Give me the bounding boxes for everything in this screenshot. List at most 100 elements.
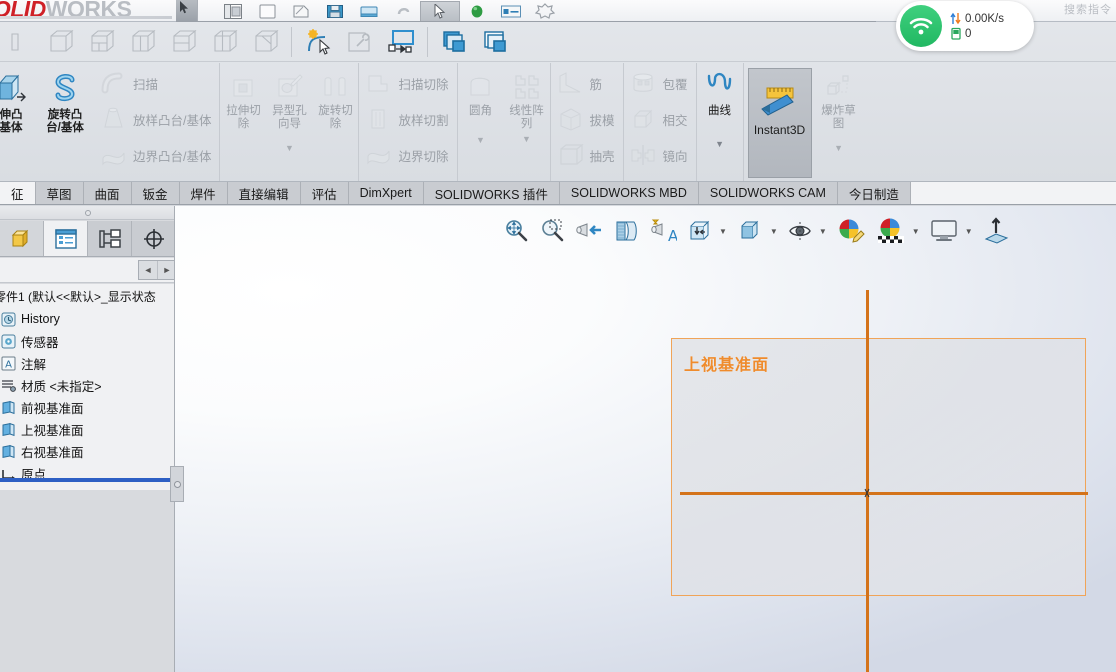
display-style-caret[interactable]: ▼ bbox=[718, 227, 731, 236]
intersect-button[interactable]: 相交 bbox=[624, 101, 696, 137]
repair-sketch-icon[interactable] bbox=[339, 23, 380, 61]
revolve-boss-button[interactable]: 旋转凸 台/基体 bbox=[38, 65, 92, 135]
cascade-windows-icon[interactable] bbox=[475, 23, 516, 61]
panel-tab-scroll[interactable]: ◄ ► bbox=[138, 260, 175, 280]
tab-solidworks-cam[interactable]: SOLIDWORKS CAM bbox=[699, 182, 838, 204]
curves-button[interactable]: 曲线 bbox=[697, 65, 743, 118]
view-iso-3-icon[interactable] bbox=[82, 23, 123, 61]
fillet-button[interactable]: 圆角 ▼ bbox=[458, 65, 504, 145]
panel-scroll-right[interactable]: ► bbox=[158, 261, 175, 279]
tab-sheetmetal[interactable]: 钣金 bbox=[132, 182, 180, 204]
revolve-cut-button[interactable]: 旋转切 除 bbox=[312, 65, 358, 130]
mirror-button[interactable]: 镜向 bbox=[624, 137, 696, 173]
loft-boss-button[interactable]: 放样凸台/基体 bbox=[94, 101, 219, 137]
tile-windows-icon[interactable] bbox=[434, 23, 475, 61]
tab-weldment[interactable]: 焊件 bbox=[180, 182, 228, 204]
tree-node-front-plane[interactable]: 前视基准面 bbox=[0, 396, 175, 418]
extrude-cut-button[interactable]: 拉伸切 除 bbox=[220, 65, 266, 130]
boundary-cut-button[interactable]: 边界切除 bbox=[359, 137, 456, 173]
hole-wizard-button[interactable]: 异型孔 向导 bbox=[266, 65, 312, 130]
view-orientation-button[interactable]: A bbox=[644, 210, 682, 252]
apply-scene-caret[interactable]: ▼ bbox=[911, 227, 924, 236]
draft-button[interactable]: 拔模 bbox=[551, 101, 623, 137]
lofted-cut-button[interactable]: 放样切割 bbox=[359, 101, 456, 137]
feature-tree-root[interactable]: 零件1 (默认<<默认>_显示状态 bbox=[0, 286, 175, 308]
panel-scroll-left[interactable]: ◄ bbox=[139, 261, 158, 279]
viewport-button[interactable] bbox=[924, 210, 964, 252]
shell-button[interactable]: 抽壳 bbox=[551, 137, 623, 173]
view-iso-6-icon[interactable] bbox=[205, 23, 246, 61]
display-manager-tab[interactable] bbox=[132, 221, 175, 256]
open-document-icon[interactable] bbox=[250, 1, 284, 22]
top-plane-highlight[interactable]: 上视基准面 bbox=[671, 338, 1086, 596]
zoom-to-area-button[interactable] bbox=[534, 210, 570, 252]
viewport-caret[interactable]: ▼ bbox=[964, 227, 977, 236]
tab-features[interactable]: 征 bbox=[0, 182, 36, 204]
tab-sketch[interactable]: 草图 bbox=[36, 182, 84, 204]
view-iso-5-icon[interactable] bbox=[164, 23, 205, 61]
print-icon[interactable] bbox=[284, 1, 318, 22]
hide-show-items-button[interactable] bbox=[731, 210, 769, 252]
cursor-select-icon[interactable] bbox=[176, 0, 198, 22]
tab-evaluate[interactable]: 评估 bbox=[301, 182, 349, 204]
network-speed-widget[interactable]: 0.00K/s 0 bbox=[896, 1, 1034, 51]
cut-group-caret[interactable]: ▼ bbox=[220, 144, 358, 153]
linear-pattern-caret[interactable]: ▼ bbox=[504, 135, 550, 144]
customize-icon[interactable] bbox=[528, 1, 562, 22]
boundary-boss-button[interactable]: 边界凸台/基体 bbox=[94, 137, 219, 173]
rib-button[interactable]: 筋 bbox=[551, 65, 623, 101]
full-screen-button[interactable] bbox=[977, 210, 1015, 252]
display-style-button[interactable] bbox=[682, 210, 718, 252]
view-settings-button[interactable] bbox=[782, 210, 818, 252]
feature-manager-tab[interactable] bbox=[0, 221, 44, 256]
tab-dimxpert[interactable]: DimXpert bbox=[349, 182, 424, 204]
tree-node-top-plane[interactable]: 上视基准面 bbox=[0, 418, 175, 440]
explode-caret[interactable]: ▼ bbox=[816, 144, 862, 153]
instant3d-toggle[interactable]: Instant3D bbox=[748, 68, 812, 178]
view-iso-7-icon[interactable] bbox=[246, 23, 287, 61]
section-view-button[interactable] bbox=[608, 210, 644, 252]
edit-appearance-button[interactable] bbox=[831, 210, 871, 252]
hide-show-caret[interactable]: ▼ bbox=[769, 227, 782, 236]
zoom-to-fit-button[interactable] bbox=[498, 210, 534, 252]
sweep-button[interactable]: 扫描 bbox=[94, 65, 219, 101]
rebuild-icon[interactable] bbox=[460, 1, 494, 22]
view-iso-2-icon[interactable] bbox=[41, 23, 82, 61]
previous-view-button[interactable] bbox=[570, 210, 608, 252]
tab-manufacture-today[interactable]: 今日制造 bbox=[838, 182, 911, 204]
fillet-caret[interactable]: ▼ bbox=[458, 136, 504, 145]
wrap-button[interactable]: 包覆 bbox=[624, 65, 696, 101]
view-settings-caret[interactable]: ▼ bbox=[818, 227, 831, 236]
linear-pattern-button[interactable]: 线性阵 列 ▼ bbox=[504, 65, 550, 145]
tab-direct-edit[interactable]: 直接编辑 bbox=[228, 182, 301, 204]
swept-cut-button[interactable]: 扫描切除 bbox=[359, 65, 456, 101]
tab-solidworks-addins[interactable]: SOLIDWORKS 插件 bbox=[424, 182, 560, 204]
view-iso-1-icon[interactable] bbox=[0, 23, 41, 61]
curves-caret[interactable]: ▼ bbox=[697, 140, 743, 149]
view-iso-4-icon[interactable] bbox=[123, 23, 164, 61]
graphics-area[interactable]: A ▼ ▼ bbox=[175, 206, 1116, 672]
save-icon[interactable] bbox=[318, 1, 352, 22]
ribbon-group-instant3d: Instant3D bbox=[743, 63, 816, 182]
new-part-window-icon[interactable] bbox=[380, 23, 421, 61]
explode-sketch-button[interactable]: 爆炸草 图 bbox=[816, 65, 862, 130]
undo-icon[interactable] bbox=[386, 1, 420, 22]
select-arrow-icon[interactable] bbox=[420, 1, 460, 22]
tree-node-history[interactable]: History bbox=[0, 308, 175, 330]
print-preview-icon[interactable] bbox=[352, 1, 386, 22]
tree-node-material[interactable]: 材质 <未指定> bbox=[0, 374, 175, 396]
instant3d-quick-icon[interactable] bbox=[298, 23, 339, 61]
configuration-manager-tab[interactable] bbox=[88, 221, 132, 256]
tab-solidworks-mbd[interactable]: SOLIDWORKS MBD bbox=[560, 182, 699, 204]
tab-surface[interactable]: 曲面 bbox=[84, 182, 132, 204]
tree-node-right-plane[interactable]: 右视基准面 bbox=[0, 440, 175, 462]
tree-node-annotations[interactable]: A 注解 bbox=[0, 352, 175, 374]
panel-drag-handle[interactable] bbox=[0, 206, 175, 220]
extrude-boss-button[interactable]: 伸凸 基体 bbox=[0, 65, 38, 135]
new-document-icon[interactable] bbox=[216, 1, 250, 22]
property-manager-tab[interactable] bbox=[44, 221, 88, 256]
apply-scene-button[interactable] bbox=[871, 210, 911, 252]
options-icon[interactable] bbox=[494, 1, 528, 22]
panel-resize-grip[interactable] bbox=[170, 466, 184, 502]
tree-node-sensors[interactable]: 传感器 bbox=[0, 330, 175, 352]
